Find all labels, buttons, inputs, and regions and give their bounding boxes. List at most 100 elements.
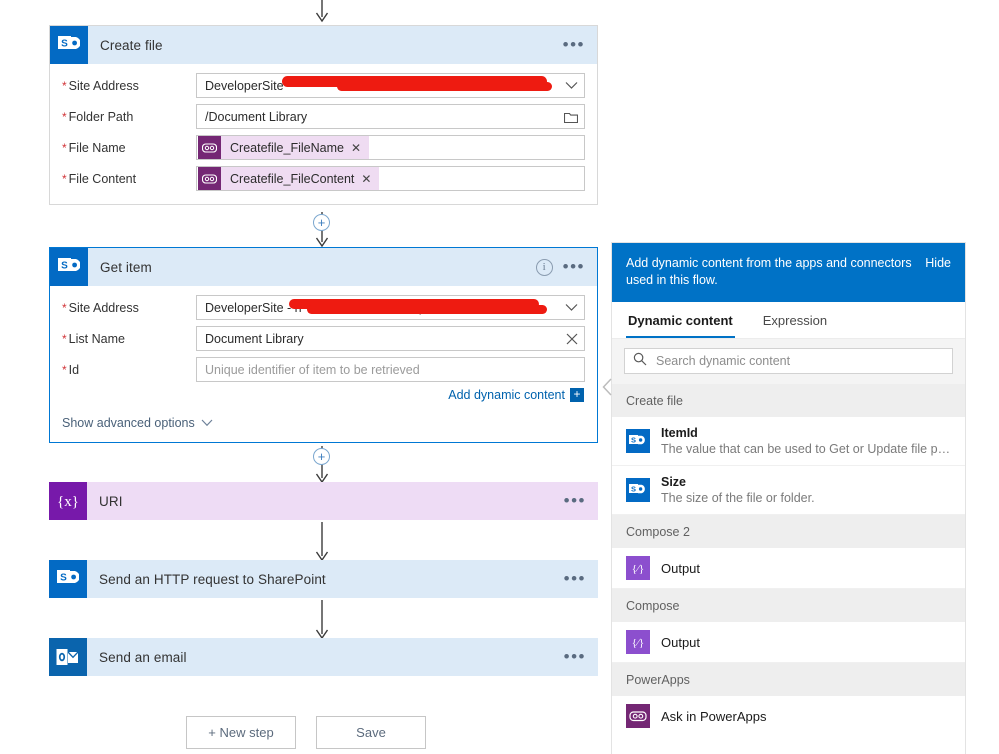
step-menu-ellipsis[interactable]: ••• <box>563 258 585 275</box>
search-placeholder: Search dynamic content <box>656 354 791 368</box>
dynamic-token-chip[interactable]: Createfile_FileName ✕ <box>198 136 369 159</box>
connector-arrow-top <box>315 0 329 23</box>
sharepoint-icon: S <box>50 26 88 64</box>
field-label: * File Name <box>62 140 126 155</box>
insert-step-button-2[interactable]: + <box>313 448 330 465</box>
tab-expression[interactable]: Expression <box>761 302 829 338</box>
step-header-create-file[interactable]: S Create file ••• <box>50 26 597 64</box>
save-button[interactable]: Save <box>316 716 426 749</box>
step-menu-ellipsis[interactable]: ••• <box>564 648 586 665</box>
file-name-input[interactable]: Createfile_FileName ✕ <box>196 135 585 160</box>
dynamic-content-panel: Add dynamic content from the apps and co… <box>612 243 965 754</box>
svg-text:S: S <box>61 261 68 272</box>
field-label: * Site Address <box>62 78 139 93</box>
step-card-get-item[interactable]: S Get item i ••• * Site Address Developer… <box>49 247 598 443</box>
step-menu-ellipsis[interactable]: ••• <box>564 492 586 509</box>
folder-icon[interactable] <box>558 111 578 123</box>
insert-step-button-1[interactable]: + <box>313 214 330 231</box>
dynamic-content-item-compose2-output[interactable]: {∕} Output <box>612 548 965 589</box>
advanced-options-row[interactable]: Show advanced options <box>62 414 585 432</box>
group-header-create-file: Create file <box>612 384 965 417</box>
search-dynamic-content-input[interactable]: Search dynamic content <box>624 348 953 374</box>
close-icon[interactable]: ✕ <box>351 141 369 155</box>
step-title: Get item <box>100 259 152 275</box>
required-asterisk: * <box>62 171 67 186</box>
add-dynamic-content-plus-icon[interactable]: + <box>570 388 584 402</box>
field-label: * Site Address <box>62 300 139 315</box>
dynamic-content-item-ask-in-powerapps[interactable]: Ask in PowerApps <box>612 696 965 736</box>
outlook-icon <box>49 638 87 676</box>
group-header-powerapps: PowerApps <box>612 663 965 696</box>
svg-text:{∕}: {∕} <box>632 637 644 649</box>
dynamic-token-chip[interactable]: Createfile_FileContent ✕ <box>198 167 380 190</box>
required-asterisk: * <box>62 300 67 315</box>
field-value: DeveloperSite - h <box>205 300 302 315</box>
sharepoint-icon: S <box>49 560 87 598</box>
item-name: Output <box>661 560 701 576</box>
field-row-id: * Id Unique identifier of item to be retr… <box>62 354 585 385</box>
file-content-input[interactable]: Createfile_FileContent ✕ <box>196 166 585 191</box>
step-card-create-file[interactable]: S Create file ••• * Site Address Develope… <box>49 25 598 205</box>
step-header-uri[interactable]: {x} URI ••• <box>49 482 598 520</box>
panel-banner-text: Add dynamic content from the apps and co… <box>626 256 912 287</box>
item-description: The size of the file or folder. <box>661 491 815 505</box>
step-menu-ellipsis[interactable]: ••• <box>564 570 586 587</box>
required-asterisk: * <box>62 362 67 377</box>
id-input[interactable]: Unique identifier of item to be retrieve… <box>196 357 585 382</box>
step-title: Send an HTTP request to SharePoint <box>99 571 326 587</box>
dynamic-content-item-itemid[interactable]: S ItemId The value that can be used to G… <box>612 417 965 466</box>
show-advanced-options-link[interactable]: Show advanced options <box>62 416 195 430</box>
chevron-down-icon[interactable] <box>559 81 578 90</box>
chevron-down-icon[interactable] <box>201 414 213 432</box>
step-title: Create file <box>100 37 163 53</box>
token-label: Createfile_FileName <box>230 140 344 155</box>
required-asterisk: * <box>62 109 67 124</box>
step-card-send-email[interactable]: Send an email ••• <box>49 638 598 676</box>
token-label: Createfile_FileContent <box>230 171 355 186</box>
svg-text:{x}: {x} <box>57 494 79 510</box>
step-header-send-email[interactable]: Send an email ••• <box>49 638 598 676</box>
info-icon[interactable]: i <box>535 258 553 276</box>
dynamic-content-item-compose-output[interactable]: {∕} Output <box>612 622 965 663</box>
folder-path-input[interactable]: /Document Library <box>196 104 585 129</box>
step-card-send-http-request[interactable]: S Send an HTTP request to SharePoint ••• <box>49 560 598 598</box>
clear-icon[interactable] <box>560 333 578 345</box>
chevron-down-icon[interactable] <box>559 303 578 312</box>
panel-collapse-chevron-icon[interactable] <box>602 378 613 401</box>
required-asterisk: * <box>62 331 67 346</box>
connector-arrow-3 <box>315 522 329 562</box>
hide-panel-button[interactable]: Hide <box>925 255 951 270</box>
field-value: /Document Library <box>205 109 308 124</box>
field-label: * List Name <box>62 331 125 346</box>
tab-dynamic-content[interactable]: Dynamic content <box>626 302 735 338</box>
item-name: Output <box>661 634 701 650</box>
step-header-send-http-request[interactable]: S Send an HTTP request to SharePoint ••• <box>49 560 598 598</box>
item-name: Size <box>661 475 687 489</box>
site-address-input[interactable]: DeveloperSite - h repoint.com/sites/dev <box>196 295 585 320</box>
search-icon <box>633 352 647 371</box>
list-name-input[interactable]: Document Library <box>196 326 585 351</box>
step-body-create-file: * Site Address DeveloperSite - * Folder Pa… <box>50 64 597 204</box>
close-icon[interactable]: ✕ <box>361 172 379 186</box>
compose-icon: {∕} <box>626 556 650 580</box>
svg-text:S: S <box>61 39 68 50</box>
redaction-bar <box>337 82 552 91</box>
field-value: Document Library <box>205 331 304 346</box>
compose-icon: {x} <box>49 482 87 520</box>
add-dynamic-content-link[interactable]: Add dynamic content <box>448 388 565 402</box>
new-step-button[interactable]: + New step <box>186 716 296 749</box>
field-row-list-name: * List Name Document Library <box>62 323 585 354</box>
site-address-input[interactable]: DeveloperSite - <box>196 73 585 98</box>
field-row-file-content: * File Content Createfile_FileContent ✕ <box>62 163 585 194</box>
field-row-site-address: * Site Address DeveloperSite - h repoint.… <box>62 292 585 323</box>
panel-tabs: Dynamic content Expression <box>612 302 965 339</box>
item-description: The value that can be used to Get or Upd… <box>661 442 951 456</box>
step-menu-ellipsis[interactable]: ••• <box>563 36 585 53</box>
dynamic-content-item-size[interactable]: S Size The size of the file or folder. <box>612 466 965 515</box>
step-header-get-item[interactable]: S Get item i ••• <box>50 248 597 286</box>
group-header-compose-2: Compose 2 <box>612 515 965 548</box>
svg-text:S: S <box>631 436 636 445</box>
power-automate-flow-designer: S Create file ••• * Site Address Develope… <box>0 0 999 754</box>
step-card-uri[interactable]: {x} URI ••• <box>49 482 598 520</box>
field-value: DeveloperSite - <box>205 78 292 93</box>
